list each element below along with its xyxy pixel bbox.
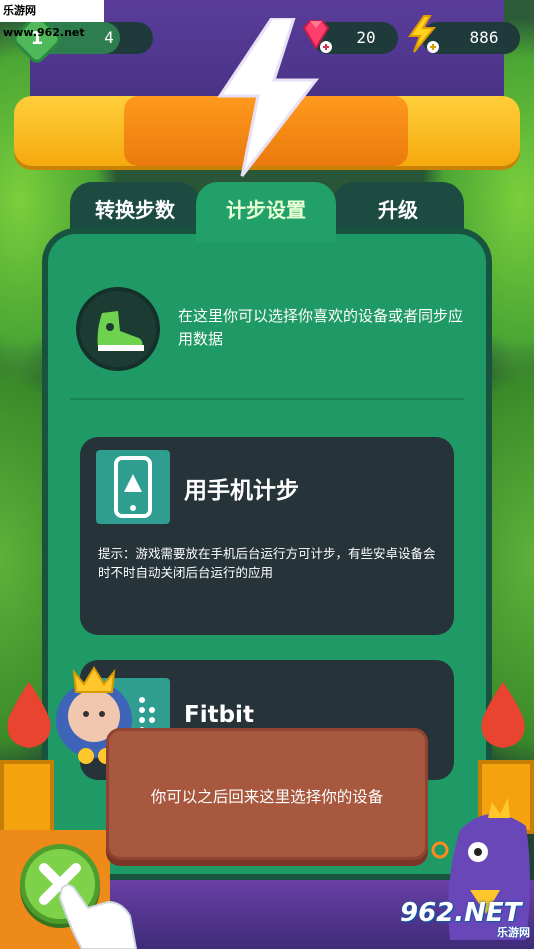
device-title-fitbit: Fitbit	[184, 702, 254, 728]
sneaker-badge	[76, 287, 160, 371]
energy-count: 886	[469, 28, 499, 47]
device-title-phone: 用手机计步	[184, 478, 299, 504]
lightning-bolt-icon	[217, 18, 320, 177]
crate-left	[0, 760, 54, 834]
flame-icon	[481, 682, 525, 748]
energy-add-icon[interactable]	[404, 14, 440, 54]
watermark-bottom: 962.NET 乐游网	[400, 898, 530, 944]
phone-icon	[96, 450, 170, 524]
tooltip-message[interactable]: 你可以之后回来这里选择你的设备	[106, 728, 428, 860]
pointer-hand-icon	[58, 884, 138, 949]
sneaker-icon	[97, 311, 144, 351]
divider	[70, 398, 464, 400]
device-tip-phone: 提示：游戏需要放在手机后台运行方可计步，有些安卓设备会时不时自动关闭后台运行的应…	[98, 546, 436, 580]
tab-convert-steps[interactable]: 转换步数	[70, 182, 200, 242]
gem-count: 20	[356, 28, 376, 47]
tab-bar: 转换步数 计步设置 升级	[70, 182, 464, 242]
tab-upgrade[interactable]: 升级	[332, 182, 464, 242]
watermark-top: 乐游网 www.962.net	[0, 0, 104, 39]
intro-text: 在这里你可以选择你喜欢的设备或者同步应用数据	[178, 307, 464, 348]
tab-step-settings[interactable]: 计步设置	[196, 182, 336, 242]
